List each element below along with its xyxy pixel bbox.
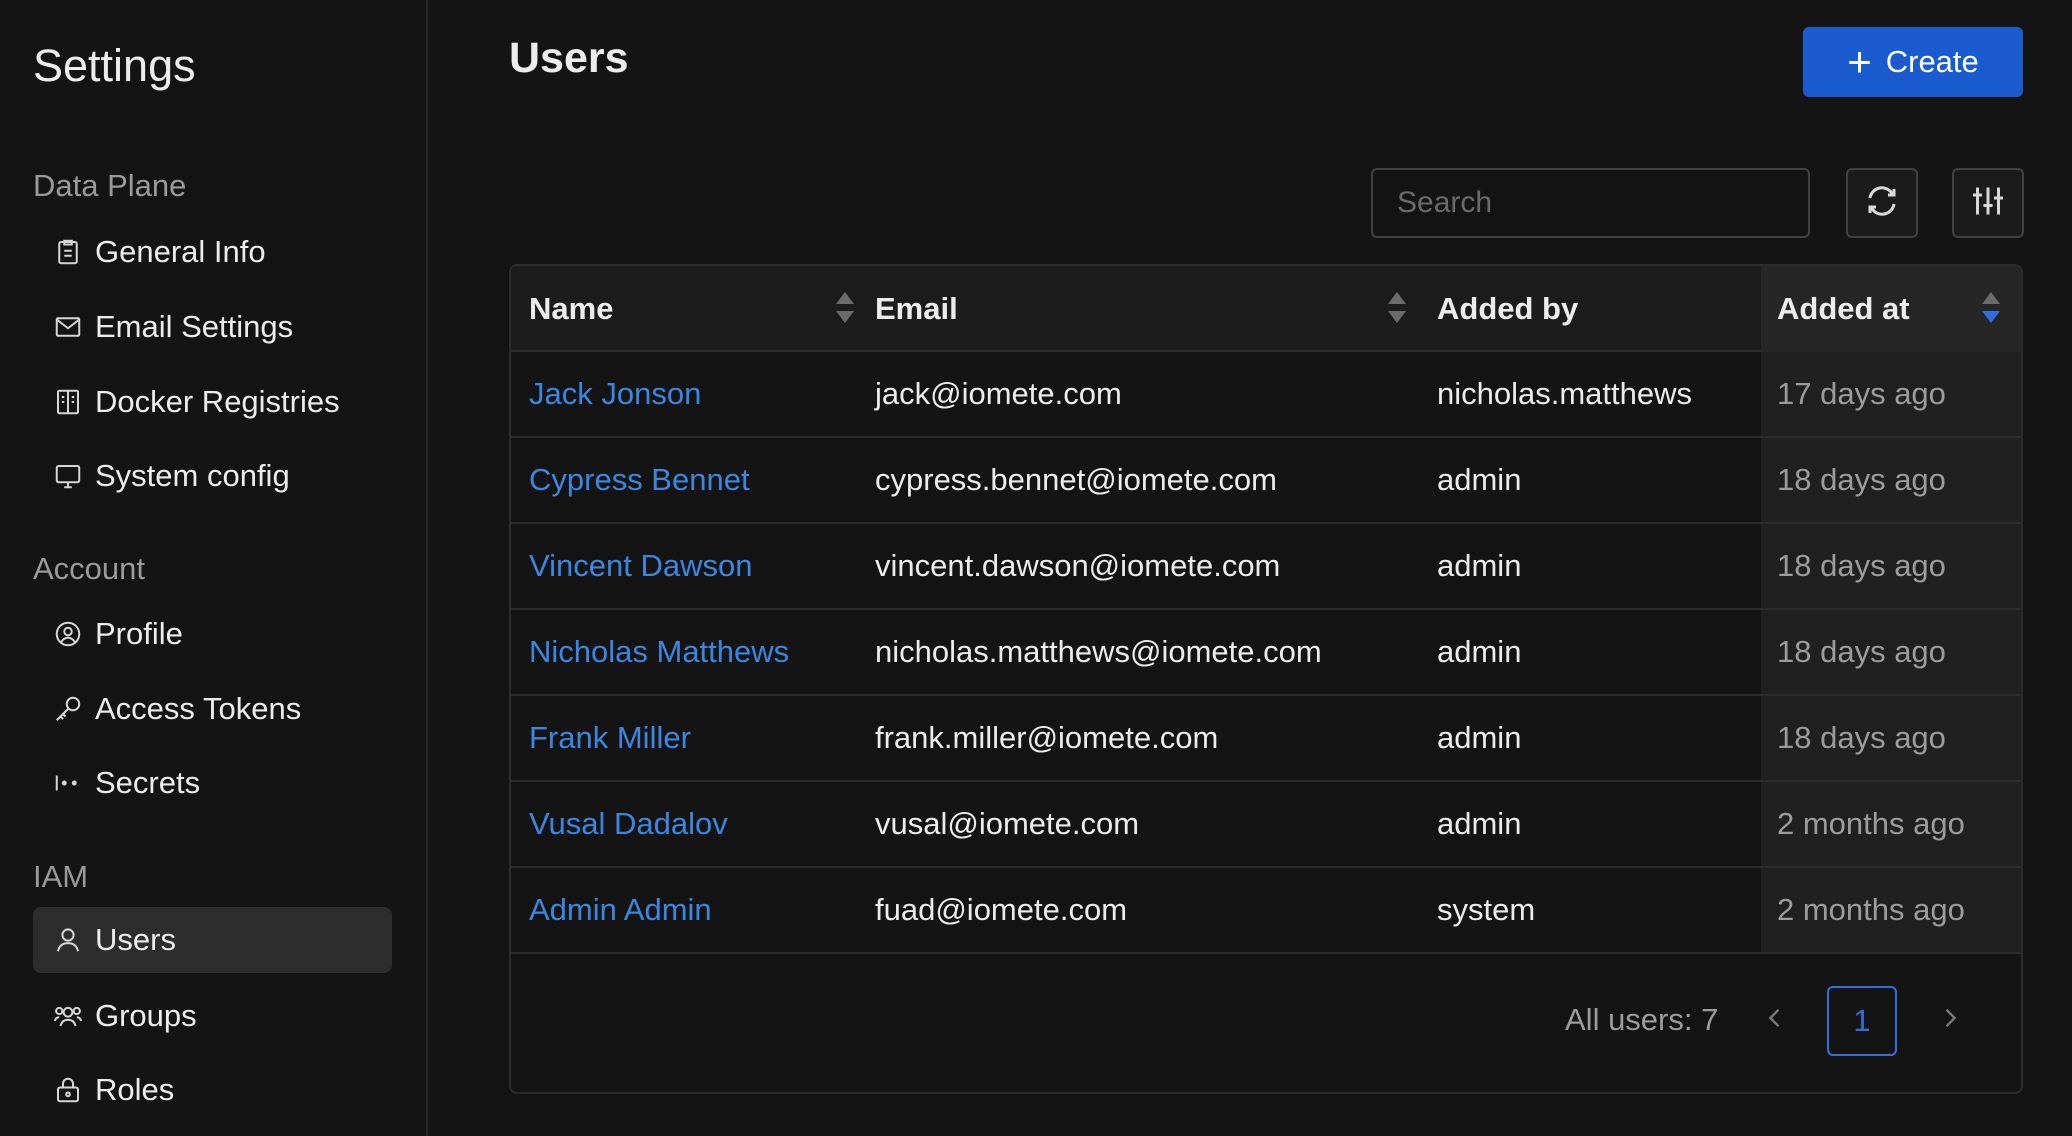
sidebar-item-general-info[interactable]: General Info bbox=[33, 219, 392, 285]
sidebar-item-email-settings[interactable]: Email Settings bbox=[33, 294, 392, 360]
section-label-iam: IAM bbox=[33, 859, 89, 894]
user-email: fuad@iomete.com bbox=[875, 892, 1128, 927]
search-input[interactable] bbox=[1371, 168, 1810, 238]
sidebar-item-label: System config bbox=[95, 458, 290, 493]
next-page-button[interactable] bbox=[1920, 990, 1980, 1050]
table-row: Cypress Bennet cypress.bennet@iomete.com a… bbox=[511, 438, 2021, 524]
column-header-added-by: Added by bbox=[1437, 291, 1579, 326]
plus-icon: + bbox=[1847, 38, 1872, 85]
create-button[interactable]: + Create bbox=[1803, 27, 2023, 97]
sidebar-item-label: Docker Registries bbox=[95, 384, 340, 419]
refresh-button[interactable] bbox=[1846, 168, 1918, 238]
sidebar-item-users[interactable]: Users bbox=[33, 907, 392, 973]
key-icon bbox=[53, 694, 83, 724]
sort-icon[interactable] bbox=[1387, 292, 1407, 326]
sidebar-item-profile[interactable]: Profile bbox=[33, 601, 392, 667]
user-added-at: 18 days ago bbox=[1761, 696, 2021, 780]
user-email: frank.miller@iomete.com bbox=[875, 720, 1219, 755]
sidebar-item-system-config[interactable]: System config bbox=[33, 443, 392, 509]
prev-page-button[interactable] bbox=[1745, 990, 1805, 1050]
sidebar-item-label: Access Tokens bbox=[95, 691, 302, 726]
monitor-icon bbox=[53, 461, 83, 491]
column-settings-button[interactable] bbox=[1952, 168, 2024, 238]
user-email: vincent.dawson@iomete.com bbox=[875, 548, 1281, 583]
users-table: Name Email Added by Added at Jack Jonson… bbox=[509, 264, 2023, 1094]
clipboard-icon bbox=[53, 237, 83, 267]
table-row: Vusal Dadalov vusal@iomete.com admin 2 mont… bbox=[511, 782, 2021, 868]
table-header: Name Email Added by Added at bbox=[511, 266, 2021, 352]
user-name-link[interactable]: Cypress Bennet bbox=[529, 438, 859, 522]
user-name-link[interactable]: Admin Admin bbox=[529, 868, 859, 952]
sidebar-title: Settings bbox=[33, 40, 196, 91]
sidebar: Settings Data Plane General Info Email S… bbox=[0, 0, 428, 1136]
column-header-email[interactable]: Email bbox=[875, 266, 1415, 352]
user-circle-icon bbox=[53, 619, 83, 649]
user-added-by: admin bbox=[1437, 634, 1522, 669]
user-added-by: admin bbox=[1437, 806, 1522, 841]
table-row: Jack Jonson jack@iomete.com nicholas.matth… bbox=[511, 352, 2021, 438]
user-added-by: system bbox=[1437, 892, 1536, 927]
user-name-link[interactable]: Frank Miller bbox=[529, 696, 859, 780]
user-email: vusal@iomete.com bbox=[875, 806, 1140, 841]
section-label-account: Account bbox=[33, 551, 146, 586]
total-users-count: All users: 7 bbox=[1565, 1002, 1719, 1037]
sidebar-item-roles[interactable]: Roles bbox=[33, 1057, 392, 1123]
sidebar-item-docker-registries[interactable]: Docker Registries bbox=[33, 369, 392, 435]
app-window: Settings Data Plane General Info Email S… bbox=[0, 0, 2072, 1136]
user-icon bbox=[53, 925, 83, 955]
user-name-link[interactable]: Nicholas Matthews bbox=[529, 610, 859, 694]
table-row: Nicholas Matthews nicholas.matthews@iomet… bbox=[511, 610, 2021, 696]
user-email: nicholas.matthews@iomete.com bbox=[875, 634, 1322, 669]
user-added-at: 17 days ago bbox=[1761, 352, 2021, 436]
sidebar-item-groups[interactable]: Groups bbox=[33, 983, 392, 1049]
column-header-added-at[interactable]: Added at bbox=[1761, 266, 2021, 352]
user-added-at: 2 months ago bbox=[1761, 782, 2021, 866]
mail-icon bbox=[53, 312, 83, 342]
sort-icon[interactable] bbox=[835, 292, 855, 326]
page-title: Users bbox=[509, 34, 629, 82]
user-name-link[interactable]: Vusal Dadalov bbox=[529, 782, 859, 866]
sidebar-item-label: Email Settings bbox=[95, 309, 294, 344]
lock-icon bbox=[53, 1075, 83, 1105]
user-email: jack@iomete.com bbox=[875, 376, 1122, 411]
table-row: Vincent Dawson vincent.dawson@iomete.com a… bbox=[511, 524, 2021, 610]
table-row: Frank Miller frank.miller@iomete.com admin… bbox=[511, 696, 2021, 782]
table-row: Admin Admin fuad@iomete.com system 2 months… bbox=[511, 868, 2021, 954]
user-added-by: admin bbox=[1437, 720, 1522, 755]
page-number-current[interactable]: 1 bbox=[1827, 986, 1897, 1056]
sidebar-item-access-tokens[interactable]: Access Tokens bbox=[33, 676, 392, 742]
user-name-link[interactable]: Jack Jonson bbox=[529, 352, 859, 436]
user-added-by: nicholas.matthews bbox=[1437, 376, 1693, 411]
user-name-link[interactable]: Vincent Dawson bbox=[529, 524, 859, 608]
sliders-icon bbox=[1970, 183, 2006, 224]
sidebar-item-label: Users bbox=[95, 922, 176, 957]
column-header-name[interactable]: Name bbox=[529, 266, 859, 352]
sidebar-item-label: General Info bbox=[95, 234, 266, 269]
user-added-at: 18 days ago bbox=[1761, 524, 2021, 608]
user-added-by: admin bbox=[1437, 462, 1522, 497]
refresh-icon bbox=[1864, 183, 1900, 224]
sidebar-item-label: Groups bbox=[95, 998, 197, 1033]
section-label-data-plane: Data Plane bbox=[33, 168, 187, 203]
sidebar-item-secrets[interactable]: Secrets bbox=[33, 750, 392, 816]
user-added-by: admin bbox=[1437, 548, 1522, 583]
user-added-at: 2 months ago bbox=[1761, 868, 2021, 952]
user-added-at: 18 days ago bbox=[1761, 610, 2021, 694]
sidebar-item-label: Secrets bbox=[95, 765, 201, 800]
sidebar-item-label: Roles bbox=[95, 1072, 175, 1107]
sort-desc-icon[interactable] bbox=[1981, 292, 2001, 326]
user-added-at: 18 days ago bbox=[1761, 438, 2021, 522]
secret-icon bbox=[53, 768, 83, 798]
chevron-left-icon bbox=[1761, 1004, 1789, 1037]
book-icon bbox=[53, 387, 83, 417]
chevron-right-icon bbox=[1936, 1004, 1964, 1037]
user-email: cypress.bennet@iomete.com bbox=[875, 462, 1277, 497]
create-button-label: Create bbox=[1885, 44, 1979, 79]
sidebar-item-label: Profile bbox=[95, 616, 183, 651]
users-icon bbox=[53, 1001, 83, 1031]
